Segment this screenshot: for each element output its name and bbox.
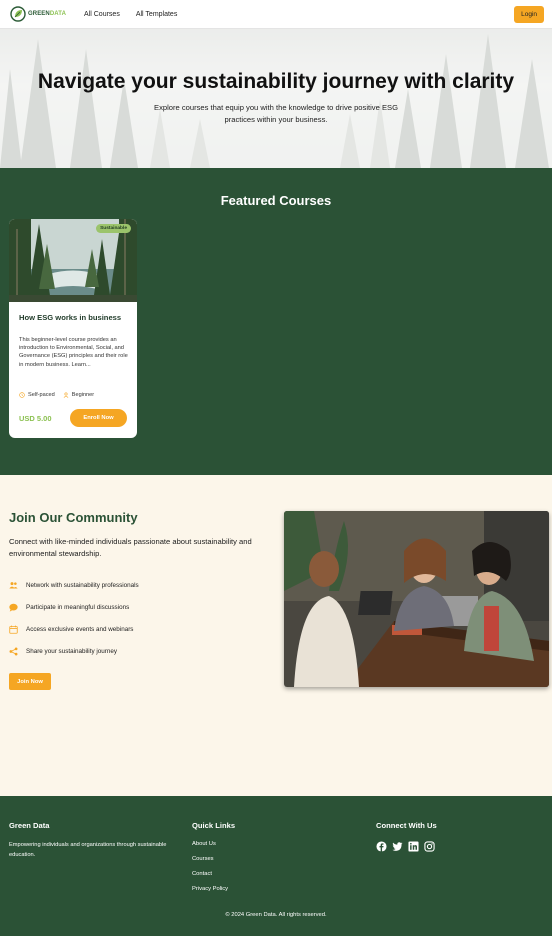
list-item: Share your sustainability journey (9, 640, 139, 662)
course-pace-label: Self-paced (28, 392, 55, 398)
footer-brand-title: Green Data (9, 821, 50, 830)
facebook-icon[interactable] (376, 841, 387, 852)
community-title: Join Our Community (9, 510, 138, 525)
social-links (376, 841, 437, 852)
footer-link-about-us[interactable]: About Us (192, 841, 235, 848)
copyright-text: © 2024 Green Data. All rights reserved. (225, 912, 327, 918)
footer-connect-column: Connect With Us (376, 821, 437, 852)
hero-section: Navigate your sustainability journey wit… (0, 29, 552, 168)
course-price: USD 5.00 (19, 414, 52, 423)
login-button[interactable]: Login (514, 5, 544, 23)
footer: Green Data Empowering individuals and or… (0, 796, 552, 936)
course-meta: Self-paced Beginner (19, 392, 94, 398)
footer-connect-title: Connect With Us (376, 821, 437, 830)
community-benefits-list: Network with sustainability professional… (9, 574, 139, 662)
featured-courses-section: Featured Courses Sustainable How ESG wor… (0, 168, 552, 475)
people-icon (9, 581, 18, 588)
course-level-label: Beginner (71, 392, 95, 398)
top-navbar: GREENDATA All Courses All Templates Logi… (0, 0, 552, 29)
benefit-label: Access exclusive events and webinars (26, 625, 134, 633)
share-icon (9, 647, 18, 655)
footer-link-contact[interactable]: Contact (192, 871, 235, 878)
calendar-icon (9, 625, 18, 634)
community-section: Join Our Community Connect with like-min… (0, 475, 552, 796)
course-title[interactable]: How ESG works in business (19, 313, 129, 323)
hero-subtitle: Explore courses that equip you with the … (154, 103, 398, 124)
join-now-button[interactable]: Join Now (9, 673, 51, 690)
course-description: This beginner-level course provides an i… (19, 337, 128, 368)
enroll-now-button[interactable]: Enroll Now (70, 409, 127, 427)
people-at-table-image (284, 511, 549, 687)
community-photo (284, 511, 549, 687)
footer-brand-column: Green Data Empowering individuals and or… (9, 821, 169, 860)
footer-brand-text: Empowering individuals and organizations… (9, 842, 167, 858)
leaf-logo-icon (10, 6, 26, 22)
course-card[interactable]: Sustainable How ESG works in business Th… (9, 219, 137, 438)
linkedin-icon[interactable] (408, 841, 419, 852)
list-item: Participate in meaningful discussions (9, 596, 139, 618)
benefit-label: Participate in meaningful discussions (26, 603, 130, 611)
twitter-icon[interactable] (392, 841, 403, 852)
course-level: Beginner (63, 392, 94, 398)
clock-icon (19, 392, 25, 398)
featured-title: Featured Courses (220, 193, 332, 208)
footer-link-privacy-policy[interactable]: Privacy Policy (192, 886, 235, 893)
chat-icon (9, 603, 18, 612)
course-pace: Self-paced (19, 392, 55, 398)
benefit-label: Network with sustainability professional… (26, 581, 139, 589)
list-item: Network with sustainability professional… (9, 574, 139, 596)
instagram-icon[interactable] (424, 841, 435, 852)
benefit-label: Share your sustainability journey (26, 647, 118, 655)
footer-link-courses[interactable]: Courses (192, 856, 235, 863)
course-category-badge: Sustainable (96, 224, 131, 233)
user-icon (63, 392, 69, 398)
list-item: Access exclusive events and webinars (9, 618, 139, 640)
footer-quick-links-column: Quick Links About Us Courses Contact Pri… (192, 821, 235, 901)
nav-link-all-courses[interactable]: All Courses (84, 11, 120, 18)
footer-quick-links-title: Quick Links (192, 821, 236, 830)
hero-title: Navigate your sustainability journey wit… (37, 70, 515, 93)
nav-link-all-templates[interactable]: All Templates (136, 11, 178, 18)
community-text: Connect with like-minded individuals pas… (9, 537, 252, 558)
logo[interactable]: GREENDATA (10, 6, 66, 22)
logo-text: GREENDATA (28, 11, 67, 17)
